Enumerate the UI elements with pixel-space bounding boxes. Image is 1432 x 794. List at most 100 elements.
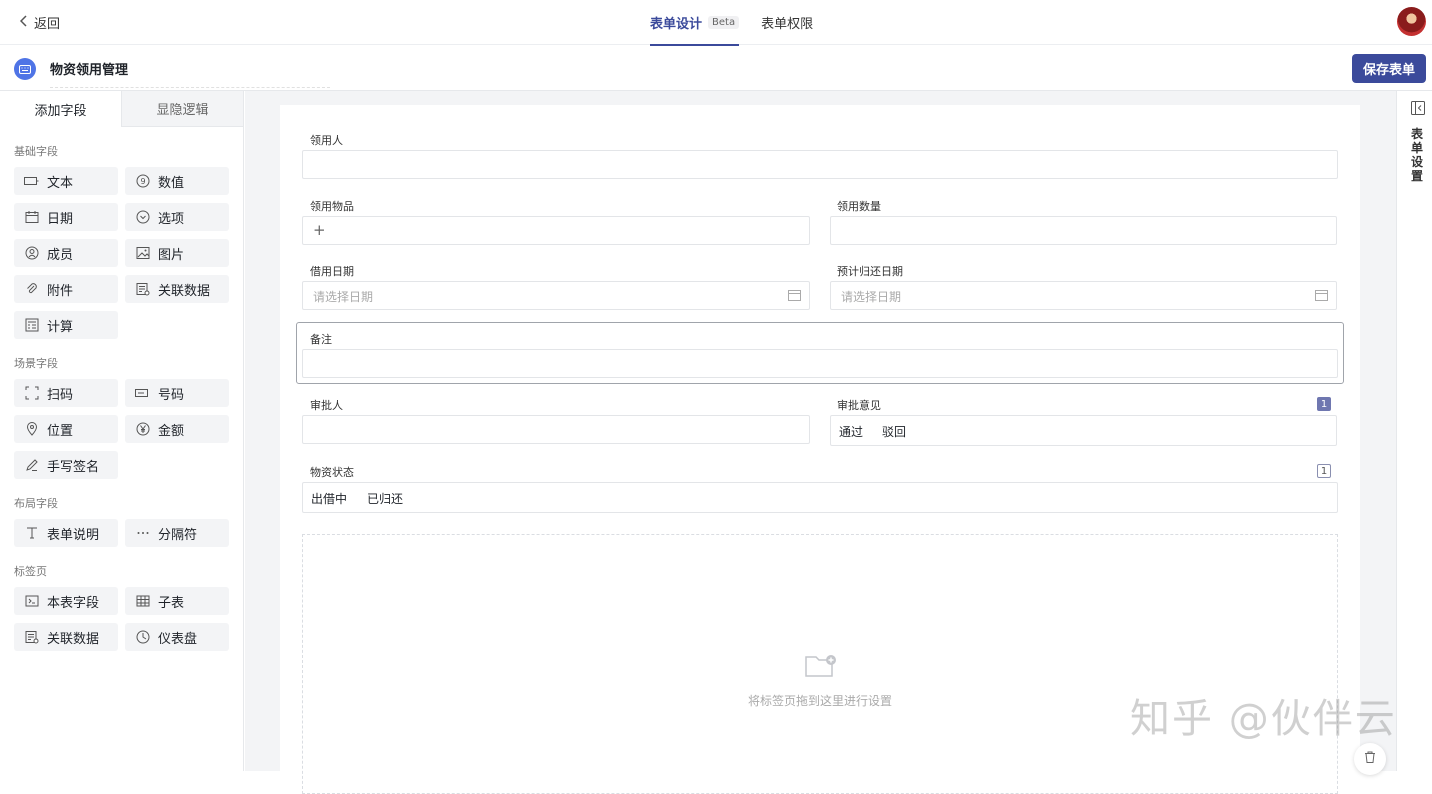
field-tab-related-data[interactable]: 关联数据	[14, 623, 118, 651]
field-option-label: 选项	[158, 211, 185, 227]
return-date-field[interactable]: 请选择日期	[830, 281, 1337, 310]
plus-icon[interactable]: +	[313, 221, 326, 239]
group-title-basic: 基础字段	[14, 145, 58, 158]
field-amount[interactable]: 金额	[125, 415, 229, 443]
back-label: 返回	[34, 17, 61, 32]
field-scan[interactable]: 扫码	[14, 379, 118, 407]
recipient-field[interactable]	[302, 150, 1338, 179]
field-number[interactable]: 9 数值	[125, 167, 229, 195]
field-location[interactable]: 位置	[14, 415, 118, 443]
recipient-label: 领用人	[310, 134, 343, 147]
approver-label: 审批人	[310, 399, 343, 412]
calendar-icon	[1315, 289, 1328, 305]
status-count-badge: 1	[1317, 464, 1331, 478]
sub-bar: 物资领用管理 保存表单	[0, 46, 1432, 91]
tab-dropzone[interactable]: 将标签页拖到这里进行设置	[302, 534, 1338, 794]
field-location-label: 位置	[47, 423, 74, 439]
ellipsis-icon	[135, 526, 150, 541]
collapse-panel-icon[interactable]	[1411, 101, 1425, 119]
grid-icon	[135, 594, 150, 609]
field-signature[interactable]: 手写签名	[14, 451, 118, 479]
opinion-field[interactable]: 通过 驳回	[830, 415, 1337, 446]
tab-add-field[interactable]: 添加字段	[0, 91, 122, 127]
related-data-icon	[135, 282, 150, 297]
save-form-button[interactable]: 保存表单	[1352, 54, 1426, 83]
field-calculation[interactable]: 计算	[14, 311, 118, 339]
image-icon	[135, 246, 150, 261]
field-image-label: 图片	[158, 247, 185, 263]
field-attachment[interactable]: 附件	[14, 275, 118, 303]
opinion-label: 审批意见	[837, 399, 881, 412]
scene-fields: 扫码 号码 位置 金额 手写签名	[14, 379, 243, 479]
item-label: 领用物品	[310, 200, 354, 213]
number-icon: 9	[135, 174, 150, 189]
opinion-option-approve[interactable]: 通过	[839, 423, 863, 440]
tab-form-permissions-label: 表单权限	[761, 17, 814, 32]
note-field[interactable]	[302, 349, 1338, 378]
field-attachment-label: 附件	[47, 283, 74, 299]
status-field[interactable]: 出借中 已归还	[302, 482, 1338, 513]
field-subtable[interactable]: 子表	[125, 587, 229, 615]
back-button[interactable]: 返回	[19, 13, 61, 32]
field-text[interactable]: 文本	[14, 167, 118, 195]
form-body: 领用人 领用物品 + 领用数量 借用日期 请选择日期 预计归还日期 请选择日期 …	[280, 105, 1360, 794]
related-data-icon	[24, 630, 39, 645]
avatar[interactable]	[1397, 7, 1426, 36]
calendar-icon	[788, 289, 801, 305]
field-member[interactable]: 成员	[14, 239, 118, 267]
status-option-lent[interactable]: 出借中	[311, 490, 347, 507]
tab-form-permissions[interactable]: 表单权限	[761, 0, 813, 45]
field-text-label: 文本	[47, 175, 74, 191]
signature-pen-icon	[24, 458, 39, 473]
trash-icon	[1363, 750, 1377, 768]
borrow-date-field[interactable]: 请选择日期	[302, 281, 810, 310]
field-tab-related-data-label: 关联数据	[47, 631, 100, 647]
paperclip-icon	[24, 282, 39, 297]
table-field-icon	[24, 594, 39, 609]
opinion-count-badge: 1	[1317, 397, 1331, 411]
quantity-label: 领用数量	[837, 200, 881, 213]
field-divider[interactable]: 分隔符	[125, 519, 229, 547]
field-serial-number[interactable]: 号码	[125, 379, 229, 407]
field-image[interactable]: 图片	[125, 239, 229, 267]
field-amount-label: 金额	[158, 423, 185, 439]
tab-form-design-label: 表单设计	[650, 17, 703, 32]
trash-button[interactable]	[1354, 743, 1386, 775]
field-date-label: 日期	[47, 211, 74, 227]
borrow-date-label: 借用日期	[310, 265, 354, 278]
field-number-label: 数值	[158, 175, 185, 191]
tab-visibility-logic[interactable]: 显隐逻辑	[122, 91, 243, 127]
check-circle-icon	[135, 210, 150, 225]
field-option[interactable]: 选项	[125, 203, 229, 231]
status-option-returned[interactable]: 已归还	[367, 490, 403, 507]
status-label: 物资状态	[310, 466, 354, 479]
approver-field[interactable]	[302, 415, 810, 444]
return-date-label: 预计归还日期	[837, 265, 903, 278]
tab-form-design[interactable]: 表单设计 Beta	[650, 0, 740, 46]
app-title[interactable]: 物资领用管理	[50, 59, 330, 88]
field-table-fields[interactable]: 本表字段	[14, 587, 118, 615]
field-scan-label: 扫码	[47, 387, 74, 403]
field-form-description-label: 表单说明	[47, 527, 100, 543]
scan-icon	[24, 386, 39, 401]
group-title-scene: 场景字段	[14, 357, 58, 370]
borrow-date-placeholder: 请选择日期	[313, 290, 374, 304]
form-settings-label[interactable]: 表单设置	[1411, 127, 1425, 183]
return-date-placeholder: 请选择日期	[841, 290, 902, 304]
opinion-option-reject[interactable]: 驳回	[882, 423, 906, 440]
field-form-description[interactable]: 表单说明	[14, 519, 118, 547]
quantity-field[interactable]	[830, 216, 1337, 245]
field-dashboard[interactable]: 仪表盘	[125, 623, 229, 651]
item-field[interactable]: +	[302, 216, 810, 245]
field-signature-label: 手写签名	[47, 459, 100, 475]
svg-text:9: 9	[140, 177, 145, 186]
field-calculation-label: 计算	[47, 319, 74, 335]
note-label: 备注	[310, 333, 332, 346]
beta-badge: Beta	[708, 16, 740, 29]
dashboard-icon	[135, 630, 150, 645]
layout-fields: 表单说明 分隔符	[14, 519, 243, 547]
field-divider-label: 分隔符	[158, 527, 198, 543]
field-related-data[interactable]: 关联数据	[125, 275, 229, 303]
field-date[interactable]: 日期	[14, 203, 118, 231]
field-serial-number-label: 号码	[158, 387, 185, 403]
